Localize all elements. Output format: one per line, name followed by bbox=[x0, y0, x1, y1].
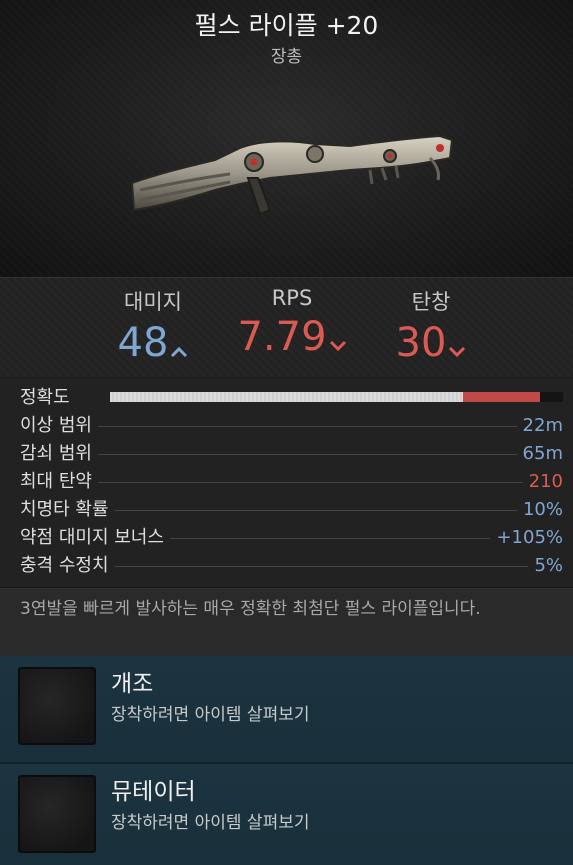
attribute-row: 약점 대미지 보너스 +105% bbox=[20, 524, 563, 552]
attribute-row: 이상 범위 22m bbox=[20, 412, 563, 440]
magazine-label: 탄창 bbox=[411, 290, 451, 314]
attribute-value: +105% bbox=[490, 524, 563, 552]
magazine-stat: 탄창 30 bbox=[356, 286, 506, 370]
attribute-value: 65m bbox=[516, 440, 563, 468]
item-description: 3연발을 빠르게 발사하는 매우 정확한 최첨단 펄스 라이플입니다. bbox=[0, 588, 573, 656]
up-arrow-icon bbox=[170, 320, 188, 370]
attribute-row: 치명타 확률 10% bbox=[20, 496, 563, 524]
item-name: 펄스 라이플 +20 bbox=[194, 11, 379, 40]
damage-label: 대미지 bbox=[124, 290, 182, 314]
damage-value: 48 bbox=[117, 320, 169, 366]
mod-slot-name: 개조 bbox=[111, 671, 154, 697]
item-type: 장총 bbox=[270, 47, 303, 67]
attribute-label: 최대 탄약 bbox=[20, 468, 98, 496]
accuracy-bar-loss bbox=[463, 392, 541, 402]
accuracy-label: 정확도 bbox=[20, 384, 76, 412]
damage-value-row: 48 bbox=[78, 318, 228, 370]
mod-slot-hint: 장착하려면 아이템 살펴보기 bbox=[111, 705, 310, 725]
attribute-label: 감쇠 범위 bbox=[20, 440, 98, 468]
attribute-label: 충격 수정치 bbox=[20, 552, 115, 580]
attribute-value: 5% bbox=[528, 552, 563, 580]
mutator-slot-name: 뮤테이터 bbox=[111, 779, 196, 805]
mutator-slot-icon bbox=[18, 775, 96, 853]
rps-label: RPS bbox=[271, 286, 313, 310]
leader-line bbox=[20, 454, 563, 455]
pulse-rifle-image bbox=[130, 134, 454, 216]
attribute-row: 감쇠 범위 65m bbox=[20, 440, 563, 468]
accuracy-bar-fill bbox=[110, 392, 464, 402]
down-arrow-icon bbox=[329, 314, 347, 364]
mod-slot[interactable]: 개조 장착하려면 아이템 살펴보기 bbox=[0, 656, 573, 762]
magazine-value: 30 bbox=[395, 320, 447, 366]
primary-stats: 대미지 48 RPS 7.79 탄창 30 bbox=[0, 277, 573, 377]
attribute-list: 정확도 이상 범위 22m 감쇠 범위 65m 최대 탄약 210 치명타 확률 10% 약점 … bbox=[0, 377, 573, 587]
attribute-row: 최대 탄약 210 bbox=[20, 468, 563, 496]
damage-stat: 대미지 48 bbox=[78, 286, 228, 370]
mutator-slot-hint: 장착하려면 아이템 살펴보기 bbox=[111, 813, 310, 833]
down-arrow-icon bbox=[448, 320, 466, 370]
mutator-slot[interactable]: 뮤테이터 장착하려면 아이템 살펴보기 bbox=[0, 764, 573, 865]
accuracy-bar bbox=[110, 392, 563, 402]
mod-slot-icon bbox=[18, 667, 96, 745]
attribute-row: 충격 수정치 5% bbox=[20, 552, 563, 580]
rps-stat: RPS 7.79 bbox=[217, 286, 367, 364]
leader-line bbox=[20, 482, 563, 483]
rps-value-row: 7.79 bbox=[217, 312, 367, 364]
attribute-label: 이상 범위 bbox=[20, 412, 98, 440]
attribute-label: 약점 대미지 보너스 bbox=[20, 524, 170, 552]
item-header: 펄스 라이플 +20 장총 bbox=[0, 0, 573, 277]
attribute-value: 10% bbox=[516, 496, 563, 524]
attribute-value: 210 bbox=[522, 468, 563, 496]
attribute-label: 치명타 확률 bbox=[20, 496, 115, 524]
leader-line bbox=[20, 426, 563, 427]
rps-value: 7.79 bbox=[237, 314, 327, 360]
magazine-value-row: 30 bbox=[356, 318, 506, 370]
accuracy-row: 정확도 bbox=[20, 384, 563, 412]
attribute-value: 22m bbox=[516, 412, 563, 440]
